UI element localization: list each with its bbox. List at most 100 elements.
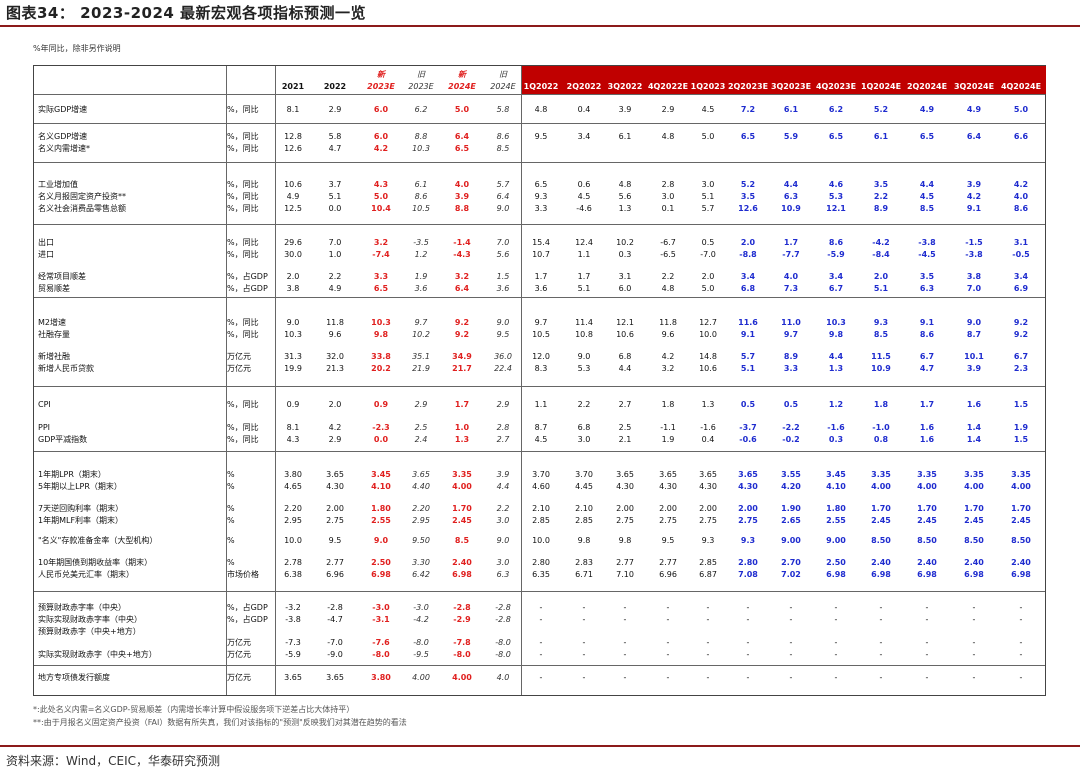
column-divider — [226, 66, 227, 695]
annual-value: 3.3 — [373, 272, 389, 281]
row-label: 1年期LPR（期末） — [38, 470, 106, 479]
quarterly-value: 10.0 — [532, 536, 550, 545]
row-unit: % — [227, 504, 235, 513]
annual-value: 3.8 — [286, 284, 300, 293]
row-unit: %，同比 — [227, 250, 259, 259]
quarterly-value: 0.5 — [783, 400, 799, 409]
quarterly-value: 2.10 — [532, 504, 550, 513]
quarterly-value: - — [539, 650, 543, 659]
row-unit: % — [227, 516, 235, 525]
row-label: "名义"存款准备金率（大型机构） — [38, 536, 158, 545]
quarterly-value: 7.08 — [738, 570, 758, 579]
quarterly-value: 1.5 — [1013, 435, 1029, 444]
quarterly-value: 6.71 — [575, 570, 593, 579]
annual-value: 4.00 — [452, 673, 472, 682]
quarterly-value: 1.1 — [534, 400, 548, 409]
annual-value: 2.77 — [326, 558, 344, 567]
header-quarter: 4Q2023E — [815, 82, 857, 91]
annual-value: -1.4 — [453, 238, 471, 247]
row-label: 出口 — [38, 238, 54, 247]
quarterly-value: 11.0 — [781, 318, 801, 327]
quarterly-value: 4.9 — [919, 105, 935, 114]
quarterly-value: 2.9 — [661, 105, 675, 114]
header-quarter: 3Q2022 — [607, 82, 643, 91]
quarterly-value: 4.00 — [1011, 482, 1031, 491]
quarterly-value: 6.98 — [964, 570, 984, 579]
quarterly-value: - — [539, 603, 543, 612]
quarterly-value: 1.8 — [661, 400, 675, 409]
annual-value: 29.6 — [284, 238, 302, 247]
header-quarter: 1Q2022 — [523, 82, 559, 91]
quarterly-value: 6.7 — [919, 352, 935, 361]
row-label: 实际GDP增速 — [38, 105, 88, 114]
quarterly-value: 1.1 — [577, 250, 591, 259]
quarterly-value: - — [834, 650, 838, 659]
annual-value: 3.65 — [284, 673, 302, 682]
quarterly-value: 12.4 — [575, 238, 593, 247]
quarterly-value: 9.1 — [740, 330, 756, 339]
quarterly-value: 10.2 — [616, 238, 634, 247]
annual-value: 6.98 — [371, 570, 391, 579]
annual-value: 1.7 — [454, 400, 470, 409]
quarterly-value: 11.5 — [871, 352, 891, 361]
quarterly-value: 2.40 — [917, 558, 937, 567]
quarterly-value: 3.3 — [783, 364, 799, 373]
quarterly-value: 2.83 — [575, 558, 593, 567]
quarterly-value: 9.0 — [577, 352, 591, 361]
annual-value: -7.4 — [372, 250, 390, 259]
quarterly-value: 3.35 — [871, 470, 891, 479]
quarterly-value: 1.7 — [577, 272, 591, 281]
quarterly-value: 3.4 — [740, 272, 756, 281]
annual-value: 2.9 — [414, 400, 428, 409]
annual-value: 8.1 — [286, 105, 300, 114]
quarterly-value: 4.6 — [828, 180, 844, 189]
quarterly-value: -1.6 — [827, 423, 845, 432]
quarterly-value: 2.55 — [826, 516, 846, 525]
quarterly-value: - — [1019, 650, 1023, 659]
annual-value: 0.9 — [373, 400, 389, 409]
quarterly-value: - — [789, 638, 793, 647]
quarterly-value: - — [789, 603, 793, 612]
header-quarter: 2Q2024E — [906, 82, 948, 91]
quarterly-value: 0.3 — [618, 250, 632, 259]
quarterly-value: - — [582, 650, 586, 659]
annual-value: 12.8 — [284, 132, 302, 141]
quarterly-value: 7.3 — [783, 284, 799, 293]
row-label: 新增社融 — [38, 352, 70, 361]
annual-value: 8.8 — [454, 204, 470, 213]
quarterly-value: 6.0 — [618, 284, 632, 293]
quarterly-value: -8.8 — [739, 250, 757, 259]
quarterly-value: -0.2 — [782, 435, 800, 444]
quarterly-value: 3.3 — [534, 204, 548, 213]
quarterly-value: 2.77 — [659, 558, 677, 567]
quarterly-value: -6.7 — [660, 238, 676, 247]
quarterly-value: 7.02 — [781, 570, 801, 579]
header-annual-sub: 2023E — [367, 82, 395, 91]
row-unit: % — [227, 482, 235, 491]
annual-value: 8.8 — [414, 132, 428, 141]
quarterly-value: 10.6 — [699, 364, 717, 373]
annual-value: -4.7 — [327, 615, 343, 624]
quarterly-value: 4.0 — [783, 272, 799, 281]
quarterly-value: 9.8 — [577, 536, 591, 545]
row-unit: 万亿元 — [227, 638, 251, 647]
quarterly-value: 2.85 — [532, 516, 550, 525]
row-divider — [34, 123, 1045, 124]
quarterly-value: 3.35 — [1011, 470, 1031, 479]
row-unit: % — [227, 558, 235, 567]
quarterly-value: 9.5 — [661, 536, 675, 545]
annual-value: 10.3 — [371, 318, 391, 327]
quarterly-value: 9.2 — [1013, 318, 1029, 327]
annual-value: 3.7 — [328, 180, 342, 189]
quarterly-value: 0.3 — [828, 435, 844, 444]
quarterly-value: 2.40 — [871, 558, 891, 567]
quarterly-value: 3.0 — [701, 180, 715, 189]
annual-value: 10.6 — [284, 180, 302, 189]
quarterly-value: 4.8 — [534, 105, 548, 114]
quarterly-value: 10.3 — [826, 318, 846, 327]
quarterly-value: - — [706, 650, 710, 659]
quarterly-value: 3.0 — [661, 192, 675, 201]
row-unit: % — [227, 470, 235, 479]
quarterly-value: - — [623, 650, 627, 659]
row-unit: 万亿元 — [227, 352, 251, 361]
